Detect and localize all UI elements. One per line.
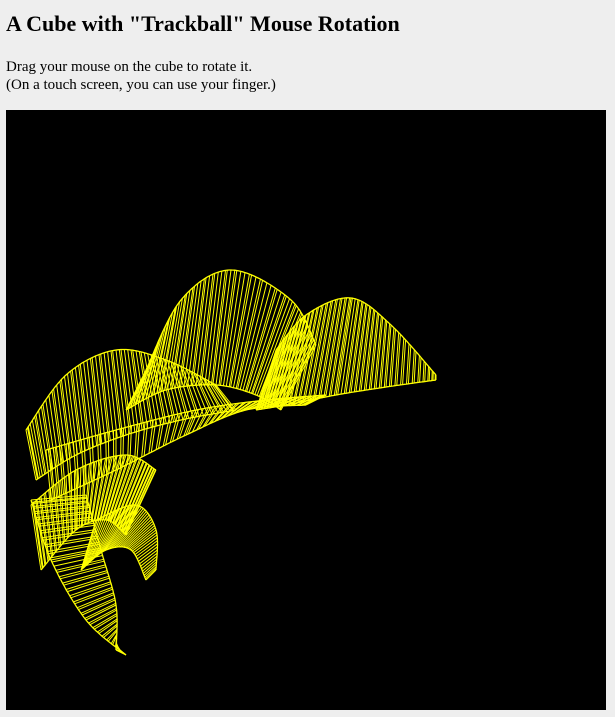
page-title: A Cube with "Trackball" Mouse Rotation xyxy=(6,11,400,36)
trackball-canvas[interactable] xyxy=(6,110,606,710)
right-fan xyxy=(255,297,437,411)
ribbon-mesh xyxy=(25,269,437,656)
instructions-line-2: (On a touch screen, you can use your fin… xyxy=(6,77,276,93)
instructions-line-1: Drag your mouse on the cube to rotate it… xyxy=(6,59,253,75)
